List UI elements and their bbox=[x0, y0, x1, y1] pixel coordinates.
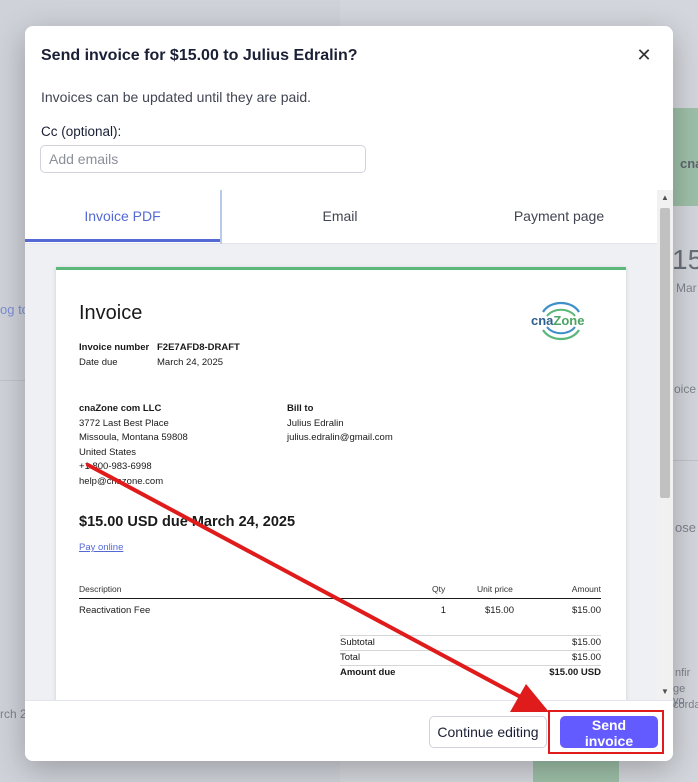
dialog-title: Send invoice for $15.00 to Julius Edrali… bbox=[41, 47, 358, 64]
close-icon[interactable]: ✕ bbox=[635, 46, 653, 64]
subtotal-value: $15.00 bbox=[571, 637, 601, 648]
background-text: 15 bbox=[672, 244, 698, 275]
scroll-up-icon[interactable]: ▲ bbox=[660, 193, 670, 203]
seller-line: United States bbox=[79, 446, 137, 458]
invoice-number-value: F2E7AFD8-DRAFT bbox=[157, 342, 240, 353]
bill-to-block: Bill to Julius Edralin julius.edralin@gm… bbox=[287, 402, 393, 446]
pay-online-link[interactable]: Pay online bbox=[79, 542, 123, 553]
bill-to-line: julius.edralin@gmail.com bbox=[287, 432, 393, 443]
background-text: corda bbox=[673, 699, 698, 711]
tab-payment-page[interactable]: Payment page bbox=[465, 190, 653, 242]
dialog-subtitle: Invoices can be updated until they are p… bbox=[41, 89, 312, 105]
row-description: Reactivation Fee bbox=[79, 605, 151, 616]
invoice-preview-area[interactable]: Invoice cnaZone Invoice number F2E7AFD8-… bbox=[25, 244, 657, 700]
background-text: Mar bbox=[676, 281, 697, 295]
background-text: oice bbox=[674, 382, 697, 396]
background-divider bbox=[0, 380, 25, 381]
tab-focus-divider bbox=[220, 190, 222, 244]
invoice-title: Invoice bbox=[79, 302, 143, 324]
bill-to-label: Bill to bbox=[287, 403, 314, 414]
continue-editing-button[interactable]: Continue editing bbox=[429, 716, 547, 748]
seller-name: cnaZone com LLC bbox=[79, 403, 162, 414]
tab-invoice-pdf[interactable]: Invoice PDF bbox=[25, 190, 220, 242]
cc-email-input[interactable] bbox=[40, 145, 366, 173]
send-invoice-dialog: Send invoice for $15.00 to Julius Edrali… bbox=[25, 26, 673, 761]
preview-tabs: Invoice PDF Email Payment page bbox=[25, 190, 657, 244]
seller-line: help@cnazone.com bbox=[79, 475, 164, 487]
row-unit-price: $15.00 bbox=[484, 605, 514, 616]
seller-line: +1 800-983-6998 bbox=[79, 461, 152, 472]
dialog-footer: Continue editing Send invoice bbox=[25, 700, 673, 761]
row-amount: $15.00 bbox=[571, 605, 601, 616]
bill-to-line: Julius Edralin bbox=[287, 417, 344, 429]
row-qty: 1 bbox=[440, 605, 446, 616]
seller-address: cnaZone com LLC 3772 Last Best Place Mis… bbox=[79, 402, 188, 489]
cc-label: Cc (optional): bbox=[41, 124, 122, 139]
background-text: nfir bbox=[675, 667, 691, 679]
background-text: rch 2 bbox=[0, 707, 27, 721]
total-value: $15.00 bbox=[571, 652, 601, 663]
seller-line: 3772 Last Best Place bbox=[79, 417, 169, 429]
amount-due-value: $15.00 USD bbox=[549, 667, 601, 678]
preview-scrollbar[interactable]: ▲ ▼ bbox=[657, 190, 673, 700]
summary-rule bbox=[340, 635, 601, 636]
logo-text-zone: Zone bbox=[553, 313, 584, 328]
amount-due-heading: $15.00 USD due March 24, 2025 bbox=[79, 514, 296, 530]
scrollbar-thumb[interactable] bbox=[660, 208, 670, 498]
svg-text:cnaZone: cnaZone bbox=[531, 313, 584, 328]
scroll-down-icon[interactable]: ▼ bbox=[660, 687, 670, 697]
table-header-rule bbox=[79, 598, 601, 599]
date-due-value: March 24, 2025 bbox=[157, 357, 224, 368]
amount-due-label: Amount due bbox=[340, 667, 396, 678]
background-text: cna bbox=[680, 156, 698, 171]
total-label: Total bbox=[340, 652, 361, 663]
cnazone-logo: cnaZone bbox=[531, 301, 584, 341]
column-header-qty: Qty bbox=[432, 584, 446, 594]
date-due-label: Date due bbox=[79, 357, 118, 368]
column-header-description: Description bbox=[79, 584, 122, 594]
seller-line: Missoula, Montana 59808 bbox=[79, 432, 188, 443]
column-header-amount: Amount bbox=[571, 584, 601, 594]
invoice-document: Invoice cnaZone Invoice number F2E7AFD8-… bbox=[56, 267, 626, 700]
tab-email[interactable]: Email bbox=[243, 190, 437, 242]
send-invoice-button[interactable]: Send invoice bbox=[560, 716, 658, 749]
summary-rule bbox=[340, 650, 601, 651]
invoice-number-label: Invoice number bbox=[79, 342, 150, 353]
logo-text-cna: cna bbox=[531, 313, 554, 328]
subtotal-label: Subtotal bbox=[340, 637, 375, 648]
background-text: ose bbox=[675, 520, 696, 535]
column-header-unit-price: Unit price bbox=[477, 584, 513, 594]
background-accent bbox=[533, 761, 619, 782]
summary-rule bbox=[340, 665, 601, 666]
